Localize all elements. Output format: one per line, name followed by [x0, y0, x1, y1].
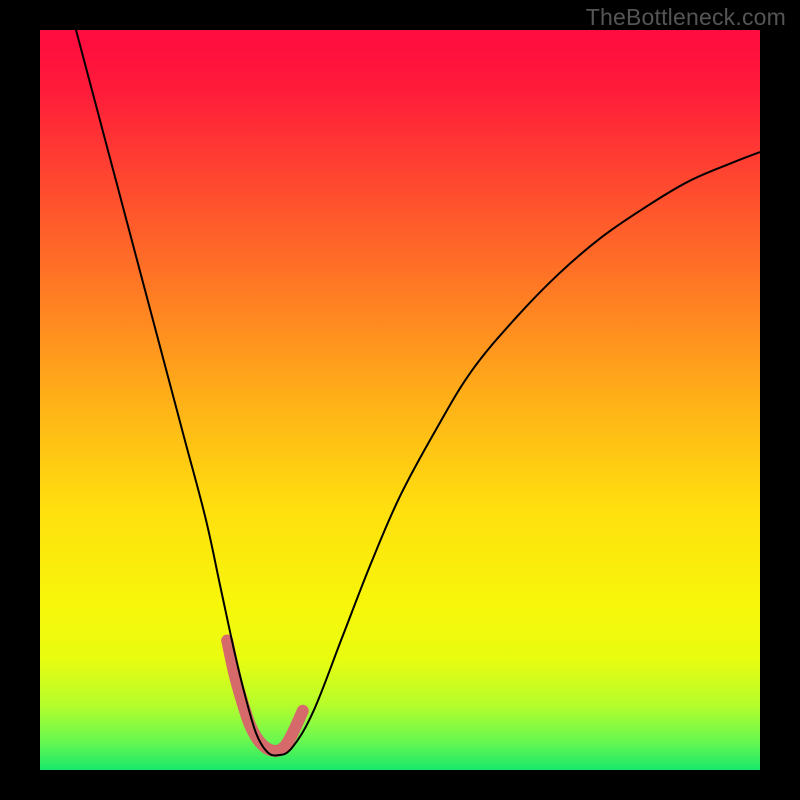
bottleneck-chart — [0, 0, 800, 800]
watermark-text: TheBottleneck.com — [586, 4, 786, 31]
plot-background — [40, 30, 760, 770]
chart-frame: TheBottleneck.com — [0, 0, 800, 800]
